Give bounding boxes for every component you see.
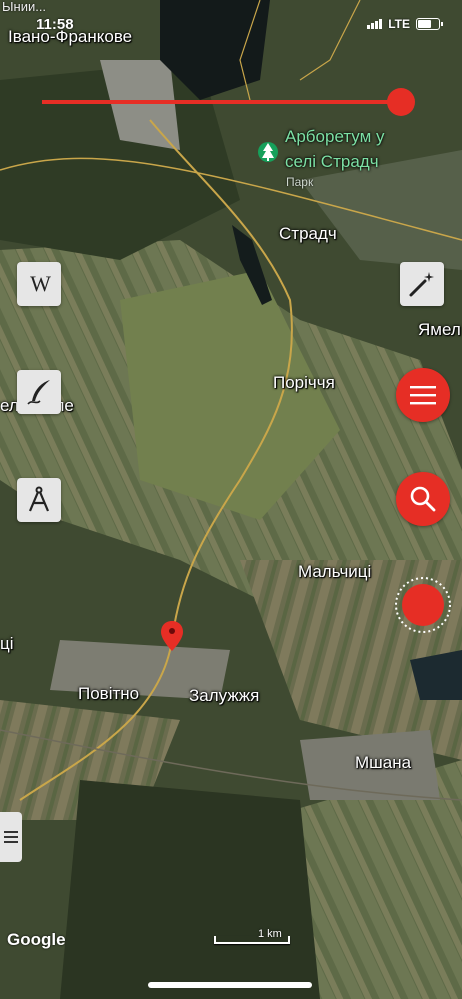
satellite-map[interactable] bbox=[0, 0, 462, 999]
place-label: Івано-Франкове bbox=[8, 27, 133, 46]
compass-draw-icon bbox=[28, 486, 50, 512]
search-icon bbox=[410, 486, 436, 512]
place-label: Мшана bbox=[355, 753, 412, 772]
menu-icon bbox=[410, 386, 436, 405]
place-label: Мальчиці bbox=[298, 562, 372, 581]
poi-marker[interactable] bbox=[258, 138, 278, 173]
slider-thumb[interactable] bbox=[387, 88, 415, 116]
draw-button[interactable] bbox=[17, 370, 61, 414]
place-label: Повітно bbox=[78, 684, 140, 703]
magic-button[interactable] bbox=[400, 262, 444, 306]
opacity-slider[interactable] bbox=[42, 88, 426, 116]
slider-track bbox=[42, 100, 412, 104]
wikipedia-icon: W bbox=[30, 271, 51, 296]
status-indicators: LTE bbox=[367, 17, 443, 31]
place-label: Страдч bbox=[279, 224, 337, 243]
signal-icon bbox=[367, 19, 383, 29]
place-label: ці bbox=[0, 634, 14, 653]
record-button[interactable] bbox=[394, 576, 452, 634]
poi-name: селі Страдч bbox=[285, 152, 379, 171]
poi-category: Парк bbox=[286, 175, 314, 189]
network-type: LTE bbox=[388, 17, 410, 31]
measure-button[interactable] bbox=[17, 478, 61, 522]
record-icon bbox=[395, 577, 451, 633]
wikipedia-button[interactable]: W bbox=[17, 262, 61, 306]
scale-bar: 1 km bbox=[214, 928, 290, 946]
magic-wand-icon bbox=[409, 272, 434, 297]
home-indicator[interactable] bbox=[148, 982, 312, 988]
poi-name: Арборетум у bbox=[285, 127, 385, 146]
map-pin-icon bbox=[161, 621, 183, 651]
scale-line bbox=[214, 936, 290, 944]
tree-icon bbox=[258, 142, 278, 162]
menu-icon bbox=[4, 831, 18, 843]
place-label: Ямел bbox=[418, 320, 461, 339]
search-button[interactable] bbox=[396, 472, 450, 526]
place-label: Поріччя bbox=[273, 373, 335, 392]
quill-pen-icon bbox=[27, 380, 50, 405]
location-marker[interactable] bbox=[160, 620, 184, 657]
status-top-label: Ынии... bbox=[2, 0, 47, 14]
google-attribution: Google bbox=[7, 930, 66, 949]
battery-icon bbox=[416, 18, 443, 30]
side-menu-tab[interactable] bbox=[0, 812, 22, 862]
place-label: Залужжя bbox=[189, 686, 260, 705]
menu-button[interactable] bbox=[396, 368, 450, 422]
